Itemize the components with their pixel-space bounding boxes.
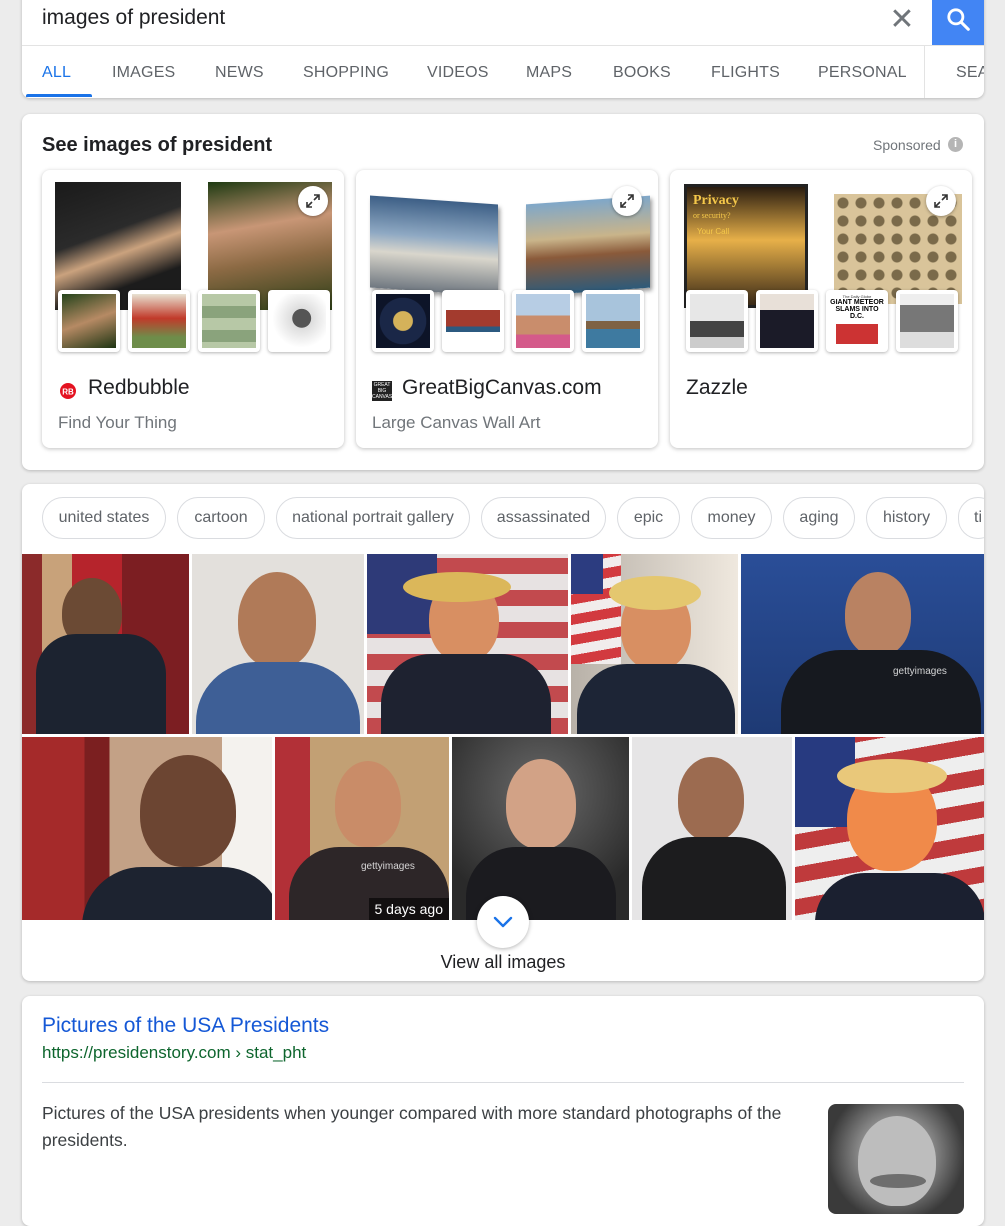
product-text: Privacy (693, 193, 739, 208)
tab-news[interactable]: NEWS (215, 64, 264, 82)
filter-chip[interactable]: history (866, 497, 947, 539)
filter-chip[interactable]: assassinated (481, 497, 606, 539)
merchant-subtitle: Large Canvas Wall Art (372, 413, 541, 432)
redbubble-logo: RB (60, 383, 76, 399)
view-more-button[interactable] (477, 896, 529, 948)
image-result[interactable] (632, 737, 792, 920)
product-thumbnail[interactable] (442, 290, 504, 352)
watermark-text: gettyimages (361, 861, 415, 872)
filter-chip[interactable]: cartoon (177, 497, 265, 539)
tab-books[interactable]: BOOKS (613, 64, 671, 82)
product-text: GIANT METEOR SLAMS INTO D.C. (830, 299, 884, 320)
images-pack: united states cartoon national portrait … (22, 484, 984, 981)
product-thumbnail[interactable] (512, 290, 574, 352)
search-tabs: ALL IMAGES NEWS SHOPPING VIDEOS MAPS BOO… (22, 46, 984, 98)
shopping-ads-card: See images of president Sponsored i RB R… (22, 114, 984, 470)
watermark-text: gettyimages (893, 666, 947, 677)
image-result[interactable] (571, 554, 738, 734)
product-thumbnail[interactable]: The Daily Globe GIANT METEOR SLAMS INTO … (826, 290, 888, 352)
product-thumbnail[interactable] (198, 290, 260, 352)
merchant-name[interactable]: Redbubble (88, 376, 190, 400)
expand-icon[interactable] (612, 186, 642, 216)
view-all-images-link[interactable]: View all images (22, 952, 984, 973)
result-title-link[interactable]: Pictures of the USA Presidents (42, 1014, 329, 1038)
tab-flights[interactable]: FLIGHTS (711, 64, 780, 82)
greatbigcanvas-logo: GREAT BIG CANVAS (372, 381, 393, 401)
search-button[interactable] (932, 0, 984, 46)
search-icon (947, 8, 970, 31)
image-result[interactable] (22, 737, 272, 920)
filter-chip[interactable]: money (691, 497, 772, 539)
merchant-subtitle: Find Your Thing (58, 413, 177, 432)
product-thumbnail[interactable] (896, 290, 958, 352)
image-result[interactable] (795, 737, 984, 920)
search-result: Pictures of the USA Presidents https://p… (22, 996, 984, 1226)
result-thumbnail[interactable] (828, 1104, 964, 1214)
merchant-name[interactable]: Zazzle (686, 376, 748, 400)
image-result[interactable] (192, 554, 364, 734)
tab-personal[interactable]: PERSONAL (818, 64, 907, 82)
image-timestamp: 5 days ago (368, 898, 449, 920)
search-header: images of president ✕ ALL IMAGES NEWS SH… (22, 0, 984, 98)
filter-chip[interactable]: aging (783, 497, 855, 539)
close-icon[interactable]: ✕ (884, 2, 920, 38)
filter-chip[interactable]: united states (42, 497, 166, 539)
divider (42, 1082, 964, 1083)
tab-separator (924, 46, 925, 98)
product-thumbnail[interactable] (582, 290, 644, 352)
product-thumbnail[interactable] (58, 290, 120, 352)
search-input[interactable]: images of president (42, 6, 225, 30)
product-thumbnail[interactable] (686, 290, 748, 352)
image-result[interactable]: gettyimages (741, 554, 984, 734)
image-result[interactable] (22, 554, 189, 734)
expand-icon[interactable] (298, 186, 328, 216)
product-image (370, 195, 498, 297)
tab-shopping[interactable]: SHOPPING (303, 64, 389, 82)
product-thumbnail[interactable] (756, 290, 818, 352)
result-snippet: Pictures of the USA presidents when youn… (42, 1103, 782, 1150)
product-thumbnail[interactable] (268, 290, 330, 352)
product-thumbnail[interactable] (128, 290, 190, 352)
shopping-title: See images of president (42, 134, 273, 156)
filter-chip[interactable]: ti (958, 497, 984, 539)
image-result[interactable]: gettyimages 5 days ago (275, 737, 449, 920)
merchant-card-greatbigcanvas[interactable]: GREAT BIG CANVAS GreatBigCanvas.com Larg… (356, 170, 658, 448)
tab-images[interactable]: IMAGES (112, 64, 175, 82)
info-icon[interactable]: i (948, 137, 963, 152)
chevron-down-icon (493, 916, 513, 928)
merchant-card-redbubble[interactable]: RB Redbubble Find Your Thing (42, 170, 344, 448)
product-text: Your Call (697, 227, 730, 236)
image-result[interactable] (452, 737, 629, 920)
tab-videos[interactable]: VIDEOS (427, 64, 489, 82)
tab-search-tools[interactable]: SEA (956, 64, 984, 82)
filter-chip[interactable]: epic (617, 497, 680, 539)
tab-all[interactable]: ALL (42, 64, 71, 82)
expand-icon[interactable] (926, 186, 956, 216)
image-result[interactable] (367, 554, 568, 734)
merchant-card-zazzle[interactable]: Privacy or security? Your Call The Daily… (670, 170, 972, 448)
sponsored-label: Sponsored (873, 137, 941, 153)
product-text: or security? (693, 211, 731, 220)
filter-chip[interactable]: national portrait gallery (276, 497, 470, 539)
result-url[interactable]: https://presidenstory.com › stat_pht (42, 1043, 306, 1063)
tab-maps[interactable]: MAPS (526, 64, 572, 82)
svg-text:RB: RB (62, 388, 74, 397)
product-thumbnail[interactable] (372, 290, 434, 352)
merchant-name[interactable]: GreatBigCanvas.com (402, 376, 602, 400)
active-tab-indicator (26, 94, 92, 97)
